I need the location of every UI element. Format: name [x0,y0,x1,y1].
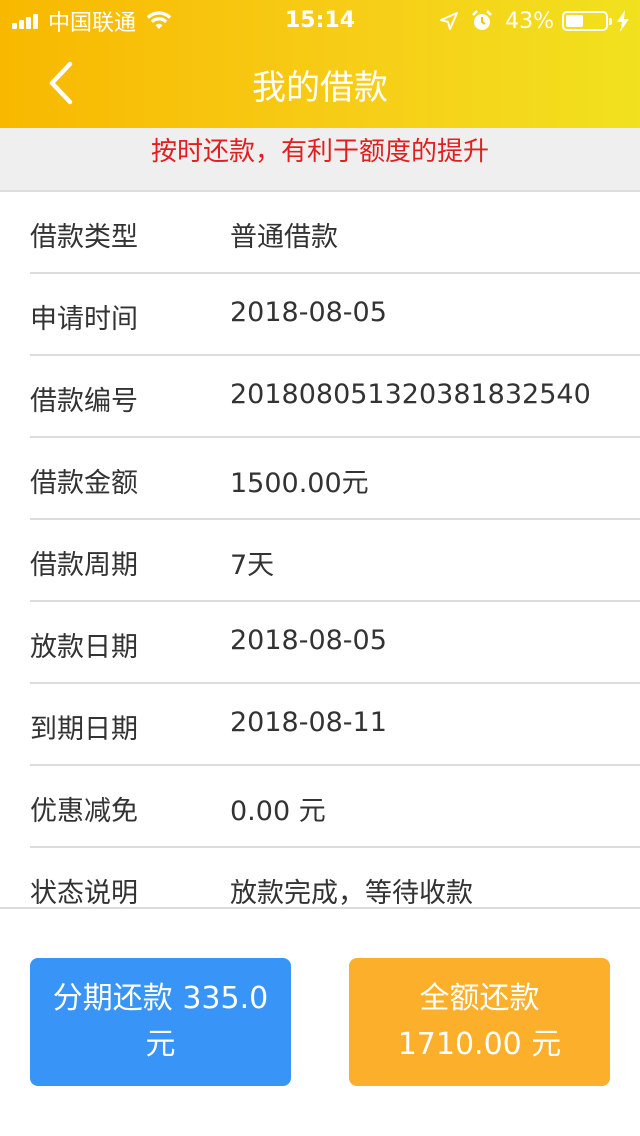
detail-row-loan-number: 借款编号 20180805132038183254​0 [30,356,640,438]
detail-row-discount: 优惠减免 0.00 元 [30,766,640,848]
detail-label: 申请时间 [30,304,138,335]
detail-row-loan-type: 借款类型 普通借款 [30,192,640,274]
page-title: 我的借款 [252,68,388,108]
detail-label: 借款类型 [30,222,138,253]
detail-label: 借款金额 [30,468,138,499]
detail-value: 20180805132038183254​0 [230,379,591,410]
detail-value: 普通借款 [230,222,338,253]
lightning-icon [617,10,629,32]
detail-label: 借款编号 [30,386,138,417]
location-arrow-icon [440,12,459,30]
bottom-divider [0,907,640,909]
detail-value: 1500.00元 [230,468,369,499]
full-repay-button[interactable]: 全额还款 1710.00 元 [349,958,610,1086]
detail-row-due-date: 到期日期 2018-08-11 [30,684,640,766]
detail-row-loan-period: 借款周期 7天 [30,520,640,602]
detail-row-apply-time: 申请时间 2018-08-05 [30,274,640,356]
detail-row-disburse-date: 放款日期 2018-08-05 [30,602,640,684]
detail-label: 借款周期 [30,550,138,581]
detail-value: 2018-08-05 [230,297,387,328]
battery-percent: 43% [505,8,554,34]
installment-repay-button[interactable]: 分期还款 335.0 元 [30,958,291,1086]
battery-icon [562,11,612,31]
detail-value: 2018-08-11 [230,707,387,738]
detail-value: 放款完成，等待收款 [230,878,473,907]
app-header: 中国联通 15:14 43% 我的借款 [0,0,640,128]
repayment-notice: 按时还款，有利于额度的提升 [0,128,640,192]
detail-value: 2018-08-05 [230,625,387,656]
detail-row-status: 状态说明 放款完成，等待收款 [30,848,640,907]
detail-label: 优惠减免 [30,796,138,827]
status-bar: 中国联通 15:14 43% [0,0,640,40]
detail-label: 放款日期 [30,632,138,663]
loan-detail-list: 借款类型 普通借款 申请时间 2018-08-05 借款编号 201808051… [0,192,640,907]
detail-label: 到期日期 [30,714,138,745]
alarm-icon [472,10,492,30]
detail-value: 7天 [230,550,275,581]
detail-row-loan-amount: 借款金额 1500.00元 [30,438,640,520]
installment-button-line2: 元 [145,1027,176,1062]
full-button-line1: 全额还款 [419,981,540,1016]
full-button-line2: 1710.00 元 [397,1027,562,1062]
detail-value: 0.00 元 [230,796,326,827]
installment-button-line1: 分期还款 335.0 [52,981,269,1016]
detail-label: 状态说明 [30,878,138,907]
